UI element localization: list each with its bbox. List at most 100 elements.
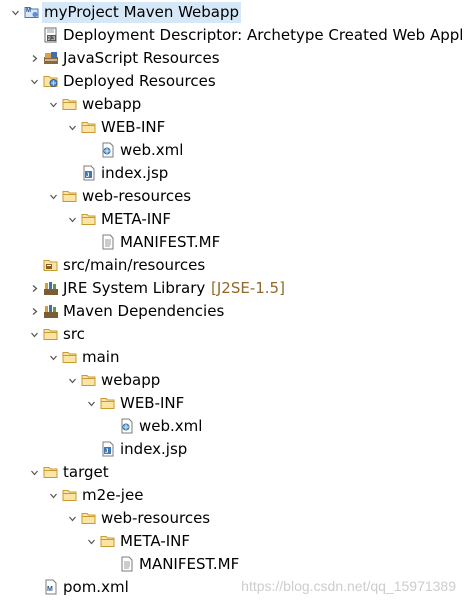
folder-icon: [43, 326, 59, 342]
folder-icon: [81, 372, 97, 388]
tree-item-project[interactable]: MmyProject Maven Webapp: [0, 1, 464, 24]
tree-item-main[interactable]: main: [0, 346, 464, 369]
tree-item-label: src: [63, 325, 85, 343]
svg-text:2.3: 2.3: [48, 36, 56, 42]
tree-item-label: WEB-INF: [120, 394, 185, 412]
chevron-down-icon[interactable]: [26, 323, 42, 346]
tree-item-label: MANIFEST.MF: [120, 233, 221, 251]
maven-project-icon: M: [24, 4, 40, 20]
tree-item-target-manifest-mf[interactable]: MANIFEST.MF: [0, 553, 464, 576]
svg-text:J: J: [105, 449, 108, 455]
chevron-down-icon[interactable]: [45, 346, 61, 369]
tree-item-label: META-INF: [120, 532, 191, 550]
tree-item-label: META-INF: [101, 210, 172, 228]
svg-text:M: M: [47, 586, 53, 593]
svg-text:J: J: [86, 173, 89, 179]
tree-item-label: web.xml: [120, 141, 184, 159]
tree-item-index-jsp[interactable]: Jindex.jsp: [0, 162, 464, 185]
tree-item-label: web-resources: [101, 509, 211, 527]
pom-file-icon: M: [43, 579, 59, 595]
chevron-right-icon[interactable]: [26, 300, 42, 323]
watermark: https://blog.csdn.net/qq_15971389: [241, 578, 456, 594]
tree-item-target-web-resources[interactable]: web-resources: [0, 507, 464, 530]
source-folder-icon: [43, 257, 59, 273]
tree-item-label: Deployment Descriptor: Archetype Created…: [63, 26, 464, 44]
tree-item-web-xml[interactable]: web.xml: [0, 139, 464, 162]
tree-item-src-webapp[interactable]: webapp: [0, 369, 464, 392]
chevron-down-icon[interactable]: [64, 116, 80, 139]
tree-item-label: pom.xml: [63, 578, 129, 596]
chevron-down-icon[interactable]: [26, 461, 42, 484]
tree-item-javascript-resources[interactable]: JavaScript Resources: [0, 47, 464, 70]
tree-item-label: WEB-INF: [101, 118, 166, 136]
chevron-right-icon[interactable]: [26, 277, 42, 300]
folder-icon: [81, 119, 97, 135]
text-file-icon: [119, 556, 135, 572]
tree-item-web-resources[interactable]: web-resources: [0, 185, 464, 208]
deployment-descriptor-icon: 2.3: [43, 27, 59, 43]
jsp-file-icon: J: [81, 165, 97, 181]
tree-item-src-web-xml[interactable]: web.xml: [0, 415, 464, 438]
xml-file-icon: [119, 418, 135, 434]
tree-item-manifest-mf[interactable]: MANIFEST.MF: [0, 231, 464, 254]
tree-item-jre-library[interactable]: JRE System Library [J2SE-1.5]: [0, 277, 464, 300]
chevron-down-icon[interactable]: [64, 369, 80, 392]
chevron-down-icon[interactable]: [83, 392, 99, 415]
chevron-down-icon[interactable]: [64, 507, 80, 530]
tree-item-web-inf[interactable]: WEB-INF: [0, 116, 464, 139]
tree-item-label: Maven Dependencies: [63, 302, 225, 320]
jsp-file-icon: J: [100, 441, 116, 457]
tree-item-label: src/main/resources: [63, 256, 206, 274]
folder-icon: [100, 533, 116, 549]
library-icon: [43, 280, 59, 296]
tree-item-webapp[interactable]: webapp: [0, 93, 464, 116]
xml-file-icon: [100, 142, 116, 158]
folder-icon: [62, 487, 78, 503]
tree-item-target[interactable]: target: [0, 461, 464, 484]
tree-item-label: JRE System Library: [63, 279, 206, 297]
tree-item-label: web-resources: [82, 187, 192, 205]
tree-item-maven-dependencies[interactable]: Maven Dependencies: [0, 300, 464, 323]
tree-item-label: Deployed Resources: [63, 72, 216, 90]
tree-item-src[interactable]: src: [0, 323, 464, 346]
tree-item-meta-inf[interactable]: META-INF: [0, 208, 464, 231]
tree-item-label: JavaScript Resources: [63, 49, 220, 67]
tree-item-src-main-resources[interactable]: src/main/resources: [0, 254, 464, 277]
tree-item-label: MANIFEST.MF: [139, 555, 240, 573]
tree-item-label: web.xml: [139, 417, 203, 435]
tree-item-label: myProject Maven Webapp: [42, 2, 242, 23]
chevron-down-icon[interactable]: [45, 484, 61, 507]
chevron-down-icon[interactable]: [7, 1, 23, 24]
tree-item-label: index.jsp: [120, 440, 188, 458]
chevron-down-icon[interactable]: [45, 185, 61, 208]
folder-icon: [43, 464, 59, 480]
tree-item-src-web-inf[interactable]: WEB-INF: [0, 392, 464, 415]
library-icon: [43, 303, 59, 319]
chevron-down-icon[interactable]: [83, 530, 99, 553]
tree-item-label: m2e-jee: [82, 486, 144, 504]
tree-item-src-index-jsp[interactable]: Jindex.jsp: [0, 438, 464, 461]
folder-icon: [62, 349, 78, 365]
svg-text:M: M: [26, 8, 31, 14]
chevron-down-icon[interactable]: [64, 208, 80, 231]
chevron-down-icon[interactable]: [45, 93, 61, 116]
tree-item-label: target: [63, 463, 109, 481]
folder-icon: [81, 510, 97, 526]
tree-item-label: index.jsp: [101, 164, 169, 182]
chevron-right-icon[interactable]: [26, 47, 42, 70]
folder-icon: [100, 395, 116, 411]
folder-icon: [62, 96, 78, 112]
tree-item-label: webapp: [82, 95, 142, 113]
text-file-icon: [100, 234, 116, 250]
deployed-resources-icon: [43, 73, 59, 89]
tree-item-target-meta-inf[interactable]: META-INF: [0, 530, 464, 553]
tree-item-deployed-resources[interactable]: Deployed Resources: [0, 70, 464, 93]
folder-icon: [81, 211, 97, 227]
tree-item-deployment-descriptor[interactable]: 2.3 Deployment Descriptor: Archetype Crea…: [0, 24, 464, 47]
tree-item-label: webapp: [101, 371, 161, 389]
folder-icon: [62, 188, 78, 204]
chevron-down-icon[interactable]: [26, 70, 42, 93]
tree-item-label: main: [82, 348, 120, 366]
tree-item-decoration: [J2SE-1.5]: [211, 279, 285, 297]
tree-item-m2e-jee[interactable]: m2e-jee: [0, 484, 464, 507]
